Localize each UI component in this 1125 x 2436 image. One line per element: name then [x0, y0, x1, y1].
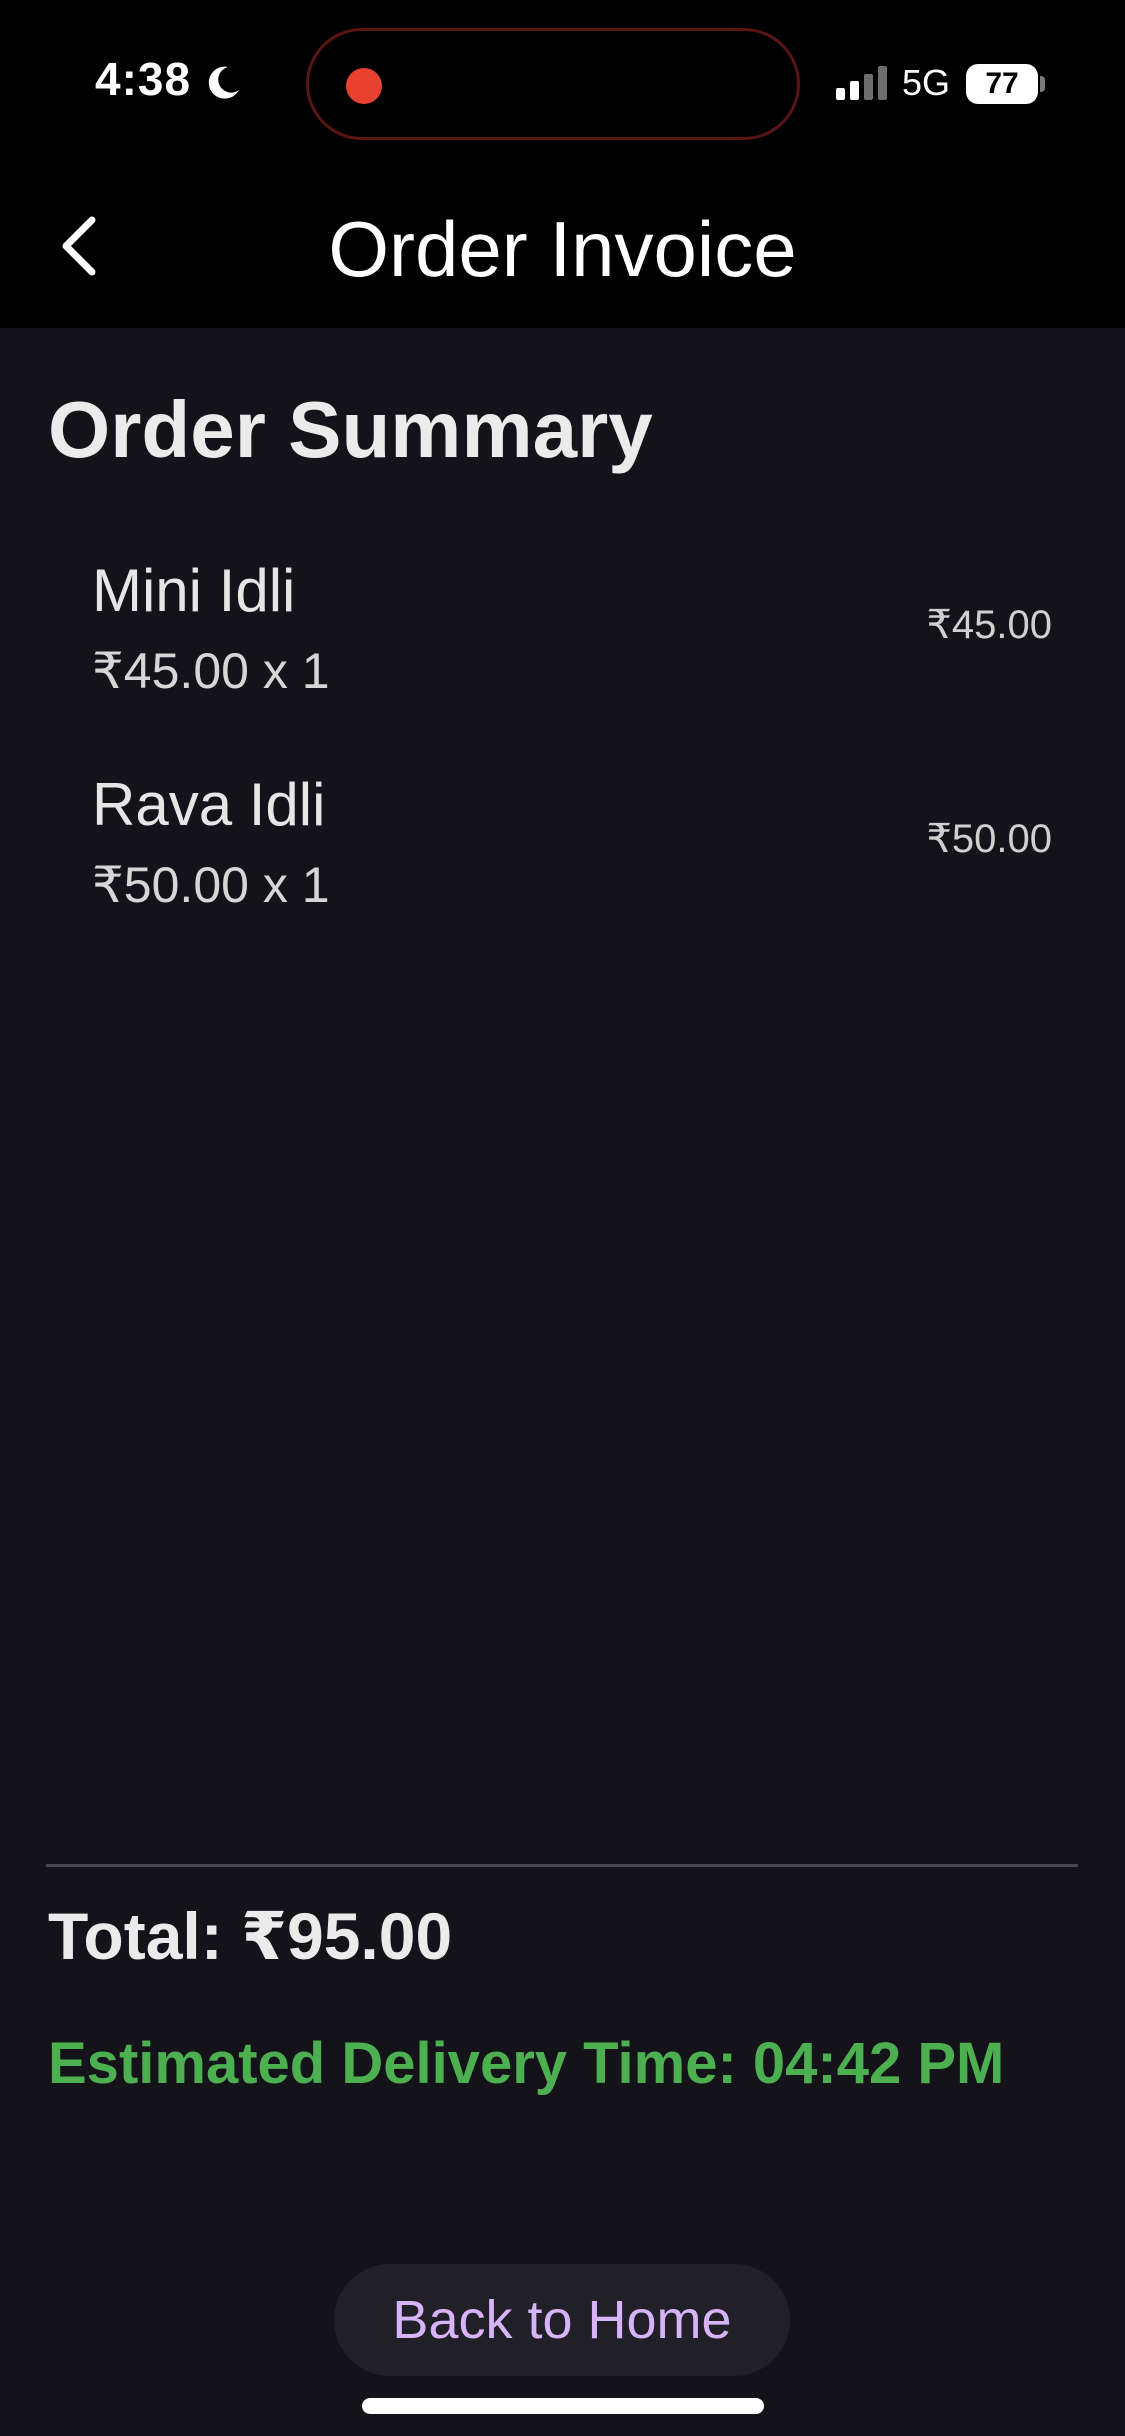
item-price-quantity: ₹50.00 x 1 — [92, 857, 330, 913]
item-line-total: ₹50.00 — [926, 817, 1052, 861]
battery-tip — [1040, 76, 1045, 92]
page-title: Order Invoice — [328, 205, 797, 293]
order-item: Rava Idli ₹50.00 x 1 ₹50.00 — [92, 770, 1052, 940]
home-indicator[interactable] — [362, 2398, 764, 2414]
item-line-total: ₹45.00 — [926, 603, 1052, 647]
dynamic-island — [306, 28, 800, 140]
order-item: Mini Idli ₹45.00 x 1 ₹45.00 — [92, 556, 1052, 726]
order-total: Total: ₹95.00 — [48, 1899, 453, 1973]
top-bar: 4:38 5G 77 Order Invoice — [0, 0, 1125, 328]
network-type: 5G — [902, 62, 951, 103]
order-summary-heading: Order Summary — [48, 385, 653, 474]
status-time: 4:38 — [95, 53, 192, 105]
divider — [46, 1864, 1078, 1867]
moon-icon — [208, 66, 239, 99]
battery-icon: 77 — [966, 64, 1038, 104]
item-price-quantity: ₹45.00 x 1 — [92, 643, 330, 699]
item-name: Mini Idli — [92, 557, 296, 624]
recording-indicator-icon — [346, 68, 382, 104]
signal-strength-icon — [836, 66, 887, 100]
back-to-home-button[interactable]: Back to Home — [334, 2264, 790, 2376]
order-invoice-screen: 4:38 5G 77 Order Invoice Order Summary M… — [0, 0, 1125, 2436]
estimated-delivery-time: Estimated Delivery Time: 04:42 PM — [48, 2031, 1005, 2096]
item-name: Rava Idli — [92, 771, 326, 838]
